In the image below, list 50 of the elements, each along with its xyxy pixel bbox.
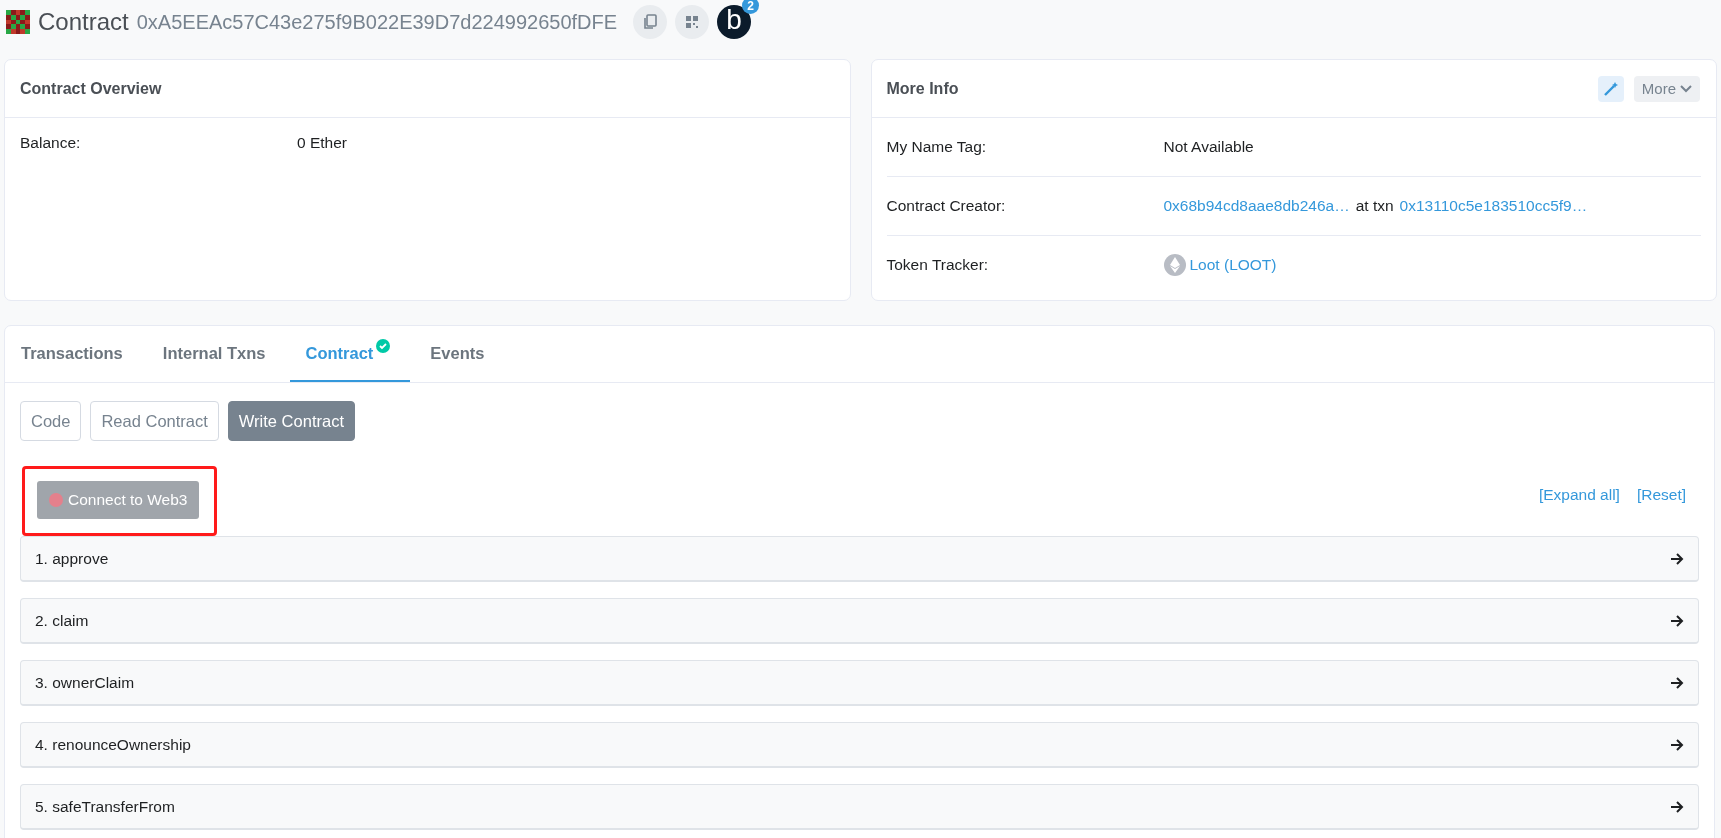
function-row[interactable]: 4. renounceOwnership <box>20 722 1699 768</box>
notification-count: 2 <box>742 0 760 14</box>
function-name: 4. renounceOwnership <box>35 735 191 754</box>
ethereum-icon <box>1163 254 1186 276</box>
field-value: 0 Ether <box>297 134 347 152</box>
qr-code-icon <box>685 15 700 29</box>
sub-tab[interactable]: Read Contract <box>90 401 219 441</box>
function-name: 1. approve <box>35 549 109 568</box>
arrow-right-icon <box>1670 738 1684 751</box>
tab[interactable]: Events <box>414 326 505 382</box>
field-label: Contract Creator: <box>886 197 1007 215</box>
contract-address: 0xA5EEAc57C43e275f9B022E39D7d224992650fDFE <box>136 10 618 34</box>
action-link[interactable]: [Reset] <box>1636 486 1686 504</box>
function-row[interactable]: 5. safeTransferFrom <box>20 784 1699 830</box>
function-name: 5. safeTransferFrom <box>35 797 175 816</box>
identicon-icon <box>6 10 30 34</box>
magic-wand-icon[interactable] <box>1597 75 1624 102</box>
function-row[interactable]: 1. approve <box>20 536 1699 582</box>
connect-button[interactable]: Connect to Web3 <box>37 481 200 519</box>
arrow-right-icon <box>1670 614 1684 627</box>
function-name: 3. ownerClaim <box>35 673 135 692</box>
field-label: Balance: <box>20 134 82 152</box>
qr-code-button[interactable] <box>675 5 710 39</box>
action-link[interactable]: [Expand all] <box>1538 486 1620 504</box>
arrow-right-icon <box>1670 552 1684 565</box>
arrow-right-icon <box>1670 800 1684 813</box>
page-title: Contract <box>38 8 129 36</box>
card-title: More Info <box>886 79 959 98</box>
tab[interactable]: Contract <box>289 326 411 382</box>
transaction-link[interactable]: 0x13110c5e183510cc5f9… <box>1399 197 1588 215</box>
field-value: Not Available <box>1163 138 1254 156</box>
more-dropdown[interactable]: More <box>1633 75 1700 102</box>
token-link[interactable]: Loot (LOOT) <box>1189 256 1277 274</box>
chevron-down-icon <box>1680 84 1692 93</box>
field-label: My Name Tag: <box>886 138 988 156</box>
arrow-right-icon <box>1670 676 1684 689</box>
copy-icon <box>643 14 658 30</box>
function-name: 2. claim <box>35 611 89 630</box>
copy-button[interactable] <box>633 5 668 39</box>
function-row[interactable]: 2. claim <box>20 598 1699 644</box>
card-title: Contract Overview <box>20 79 162 98</box>
tab[interactable]: Internal Txns <box>146 326 286 382</box>
function-row[interactable]: 3. ownerClaim <box>20 660 1699 706</box>
sub-tab[interactable]: Write Contract <box>227 401 355 441</box>
sub-tab[interactable]: Code <box>20 401 82 441</box>
tab[interactable]: Transactions <box>5 326 143 382</box>
field-text: at txn <box>1355 197 1394 215</box>
creator-address-link[interactable]: 0x68b94cd8aae8db246a… <box>1163 197 1350 215</box>
check-circle-icon <box>376 339 391 353</box>
field-label: Token Tracker: <box>886 256 990 274</box>
